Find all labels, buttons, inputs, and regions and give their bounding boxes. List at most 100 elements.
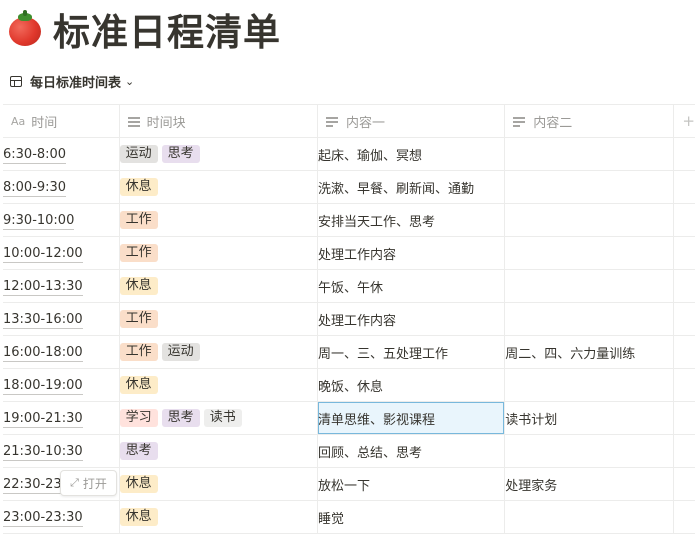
time-cell[interactable]: 23:00-23:30 — [3, 500, 120, 534]
time-block-cell[interactable]: 休息 — [119, 368, 319, 402]
time-value[interactable]: 18:00-19:00 — [3, 377, 83, 395]
content1-cell[interactable]: 周一、三、五处理工作 — [317, 335, 506, 369]
view-selector[interactable]: 每日标准时间表 ⌄ — [10, 70, 134, 92]
time-value[interactable]: 12:00-13:30 — [3, 278, 83, 296]
tag-badge: 休息 — [119, 508, 158, 526]
time-block-cell[interactable]: 休息 — [119, 269, 319, 303]
column-header-block[interactable]: 时间块 — [119, 104, 319, 138]
table-row[interactable]: 23:00-23:30 休息 睡觉 — [3, 500, 695, 534]
add-column-button[interactable]: + — [673, 104, 695, 138]
time-value[interactable]: 19:00-21:30 — [3, 410, 83, 428]
time-block-cell[interactable]: 工作 — [119, 302, 319, 336]
content1-cell[interactable]: 放松一下 — [317, 467, 506, 501]
time-block-cell[interactable]: 休息 — [119, 500, 319, 534]
time-block-cell[interactable]: 工作 运动 — [119, 335, 319, 369]
table-row[interactable]: 12:00-13:30 休息 午饭、午休 — [3, 269, 695, 303]
table-row[interactable]: 9:30-10:00 工作 安排当天工作、思考 — [3, 203, 695, 237]
content2-cell[interactable] — [504, 236, 675, 270]
table-row[interactable]: 10:00-12:00 工作 处理工作内容 — [3, 236, 695, 270]
content2-cell[interactable] — [504, 434, 675, 468]
content2-cell[interactable] — [504, 500, 675, 534]
time-cell[interactable]: 13:30-16:00 — [3, 302, 120, 336]
open-row-button[interactable]: ⤢ 打开 — [60, 470, 117, 496]
tag-badge: 思考 — [161, 145, 200, 163]
column-header-time[interactable]: Aa 时间 — [3, 104, 120, 138]
time-value[interactable]: 8:00-9:30 — [3, 179, 67, 197]
empty-cell — [673, 137, 695, 171]
time-cell[interactable]: 21:30-10:30 — [3, 434, 120, 468]
column-header-label: 内容一 — [346, 115, 386, 131]
table-row[interactable]: 18:00-19:00 休息 晚饭、休息 — [3, 368, 695, 402]
column-header-content2[interactable]: 内容二 — [504, 104, 675, 138]
tag-badge: 读书 — [203, 409, 242, 427]
tomato-icon[interactable] — [8, 10, 42, 46]
text-lines-icon — [326, 116, 338, 127]
empty-cell — [673, 434, 695, 468]
time-block-cell[interactable]: 运动 思考 — [119, 137, 319, 171]
tag-badge: 工作 — [119, 244, 158, 262]
time-block-cell[interactable]: 工作 — [119, 236, 319, 270]
content1-cell[interactable]: 清单思维、影视课程 — [317, 401, 506, 435]
page-header: 标准日程清单 — [8, 4, 281, 54]
time-block-cell[interactable]: 休息 — [119, 170, 319, 204]
column-header-label: 时间 — [31, 115, 58, 131]
empty-cell — [673, 467, 695, 501]
chevron-down-icon[interactable]: ⌄ — [125, 75, 134, 88]
content2-cell[interactable] — [504, 269, 675, 303]
content1-cell[interactable]: 回顾、总结、思考 — [317, 434, 506, 468]
tag-badge: 工作 — [119, 343, 158, 361]
content1-cell[interactable]: 起床、瑜伽、冥想 — [317, 137, 506, 171]
plus-icon: + — [682, 112, 695, 130]
time-value[interactable]: 9:30-10:00 — [3, 212, 75, 230]
time-value[interactable]: 13:30-16:00 — [3, 311, 83, 329]
content1-cell[interactable]: 睡觉 — [317, 500, 506, 534]
content1-cell[interactable]: 处理工作内容 — [317, 302, 506, 336]
content1-cell[interactable]: 晚饭、休息 — [317, 368, 506, 402]
time-cell[interactable]: 9:30-10:00 — [3, 203, 120, 237]
content2-cell[interactable] — [504, 368, 675, 402]
content2-cell[interactable] — [504, 137, 675, 171]
time-block-cell[interactable]: 学习 思考 读书 — [119, 401, 319, 435]
view-label[interactable]: 每日标准时间表 — [30, 72, 121, 91]
time-cell[interactable]: 8:00-9:30 — [3, 170, 120, 204]
table-row[interactable]: 19:00-21:30 学习 思考 读书 清单思维、影视课程 读书计划 — [3, 401, 695, 435]
time-block-cell[interactable]: 休息 — [119, 467, 319, 501]
table-row[interactable]: 6:30-8:00 运动 思考 起床、瑜伽、冥想 — [3, 137, 695, 171]
time-cell[interactable]: 12:00-13:30 — [3, 269, 120, 303]
time-value[interactable]: 16:00-18:00 — [3, 344, 83, 362]
time-value[interactable]: 21:30-10:30 — [3, 443, 83, 461]
empty-cell — [673, 236, 695, 270]
content1-cell[interactable]: 洗漱、早餐、刷新闻、通勤 — [317, 170, 506, 204]
content2-cell[interactable] — [504, 203, 675, 237]
content1-cell[interactable]: 午饭、午休 — [317, 269, 506, 303]
table-row[interactable]: 8:00-9:30 休息 洗漱、早餐、刷新闻、通勤 — [3, 170, 695, 204]
time-value[interactable]: 23:00-23:30 — [3, 509, 83, 527]
time-cell[interactable]: 19:00-21:30 — [3, 401, 120, 435]
content2-cell[interactable]: 周二、四、六力量训练 — [504, 335, 675, 369]
tag-badge: 思考 — [119, 442, 158, 460]
time-cell[interactable]: 6:30-8:00 — [3, 137, 120, 171]
table-row[interactable]: 16:00-18:00 工作 运动 周一、三、五处理工作 周二、四、六力量训练 — [3, 335, 695, 369]
content2-cell[interactable] — [504, 302, 675, 336]
empty-cell — [673, 269, 695, 303]
empty-cell — [673, 368, 695, 402]
time-value[interactable]: 10:00-12:00 — [3, 245, 83, 263]
content2-cell[interactable] — [504, 170, 675, 204]
time-cell[interactable]: 18:00-19:00 — [3, 368, 120, 402]
list-icon — [127, 116, 140, 127]
content1-cell[interactable]: 处理工作内容 — [317, 236, 506, 270]
time-block-cell[interactable]: 思考 — [119, 434, 319, 468]
content2-cell[interactable]: 处理家务 — [504, 467, 675, 501]
open-button-label: 打开 — [82, 476, 107, 491]
table-row[interactable]: 13:30-16:00 工作 处理工作内容 — [3, 302, 695, 336]
table-row[interactable]: 21:30-10:30 思考 回顾、总结、思考 — [3, 434, 695, 468]
time-cell[interactable]: 10:00-12:00 — [3, 236, 120, 270]
content2-cell[interactable]: 读书计划 — [504, 401, 675, 435]
column-header-content1[interactable]: 内容一 — [317, 104, 506, 138]
content1-cell[interactable]: 安排当天工作、思考 — [317, 203, 506, 237]
page-title[interactable]: 标准日程清单 — [53, 2, 281, 56]
time-block-cell[interactable]: 工作 — [119, 203, 319, 237]
expand-icon: ⤢ — [70, 476, 79, 489]
time-value[interactable]: 6:30-8:00 — [3, 146, 67, 164]
time-cell[interactable]: 16:00-18:00 — [3, 335, 120, 369]
